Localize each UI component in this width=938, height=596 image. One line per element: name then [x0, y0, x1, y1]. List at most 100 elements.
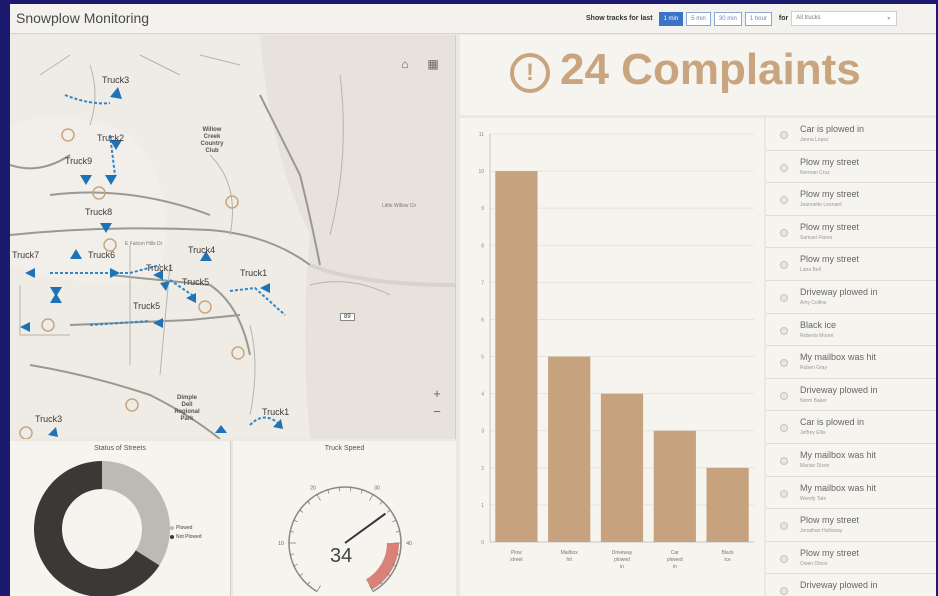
- gauge-tick: [307, 501, 311, 505]
- complaint-list-item[interactable]: Plow my street Owen Olson: [766, 542, 936, 575]
- gauge-tick: [379, 501, 383, 505]
- chart-bar[interactable]: [495, 171, 538, 542]
- complaint-list[interactable]: Car is plowed in Jenna Lopez Plow my stree…: [766, 118, 936, 596]
- gauge-tick: [386, 509, 391, 513]
- home-icon[interactable]: ⌂: [396, 55, 414, 73]
- gauge-tick: [392, 519, 397, 523]
- y-tick-label: 5: [481, 355, 484, 361]
- gauge-tick: [369, 494, 374, 501]
- complaint-reporter: Norman Cruz: [800, 169, 830, 176]
- time-1min-button[interactable]: 1 min: [658, 11, 684, 26]
- zoom-in-button[interactable]: +: [428, 385, 446, 403]
- legend-swatch: [170, 526, 174, 530]
- y-tick-label: 9: [481, 206, 484, 212]
- app-title: Snowplow Monitoring: [16, 10, 150, 26]
- complaint-list-item[interactable]: Car is plowed in Jenna Lopez: [766, 118, 936, 151]
- complaint-title: Car is plowed in: [800, 417, 865, 428]
- x-tick-label: plowed: [667, 557, 683, 563]
- map-basemap: [10, 35, 455, 439]
- complaints-count: 24 Complaints: [560, 45, 861, 94]
- complaint-list-item[interactable]: Plow my street Jonathan Holloway: [766, 509, 936, 542]
- y-tick-label: 8: [481, 243, 484, 249]
- complaint-list-item[interactable]: Plow my street Samuel Flores: [766, 216, 936, 249]
- gauge-tick: [299, 509, 304, 513]
- complaint-title: Plow my street: [800, 156, 860, 167]
- complaint-marker-icon: [780, 228, 788, 237]
- truck-label: Truck5: [133, 301, 161, 311]
- zoom-out-button[interactable]: −: [428, 403, 446, 421]
- complaint-marker-icon: [780, 163, 788, 172]
- complaint-reporter: Amy Collins: [800, 299, 827, 306]
- gauge-tick-label: 40: [406, 541, 412, 547]
- chart-bar[interactable]: [548, 356, 591, 542]
- complaint-reporter: Roberta Moore: [800, 332, 834, 339]
- complaint-marker-icon: [780, 261, 788, 270]
- complaint-reporter: Owen Olson: [800, 560, 828, 567]
- alert-icon: !: [510, 53, 550, 93]
- complaint-reporter: Jonathan Holloway: [800, 528, 843, 535]
- complaint-marker-icon: [780, 489, 788, 498]
- basemap-gallery-icon[interactable]: ▦: [424, 55, 442, 73]
- chart-bar[interactable]: [600, 393, 644, 542]
- complaint-marker-icon: [780, 293, 788, 302]
- complaint-title: Driveway plowed in: [800, 580, 878, 591]
- truck-label: Truck6: [88, 250, 116, 260]
- legend-swatch: [170, 535, 174, 539]
- chevron-down-icon: ▾: [887, 16, 891, 22]
- complaint-list-item[interactable]: Driveway plowed in Norm Baker: [766, 379, 936, 412]
- complaint-list-item[interactable]: Car is plowed in Jeffrey Ellis: [766, 411, 936, 444]
- complaint-title: Plow my street: [800, 189, 860, 200]
- highway-shield: 89: [340, 313, 355, 321]
- x-tick-label: Plow: [511, 550, 522, 556]
- street-label: E Falcon Hills Dr: [125, 241, 163, 247]
- complaint-list-item[interactable]: Black ice Roberta Moore: [766, 314, 936, 347]
- time-30min-button[interactable]: 30 min: [713, 11, 742, 26]
- donut-slice-plowed[interactable]: [102, 461, 170, 566]
- complaint-title: Black ice: [800, 319, 837, 330]
- truck-select[interactable]: All trucks ▾: [791, 11, 898, 26]
- gauge-tick: [307, 581, 311, 585]
- complaint-title: Plow my street: [800, 547, 860, 558]
- complaint-reporter: Jenna Lopez: [800, 137, 829, 143]
- gauge-red-zone: [366, 543, 399, 590]
- time-1hour-button[interactable]: 1 hour: [744, 11, 772, 26]
- speed-gauge: 01020304050: [278, 486, 412, 593]
- complaint-title: Plow my street: [800, 515, 860, 526]
- complaint-title: Driveway plowed in: [800, 286, 878, 297]
- complaints-bar-chart: 0 1 2 3 4 5 6 7 8 9 10 11 Plowstreet Mailboxhit Drivew…: [478, 132, 754, 570]
- place-label-willow-creek: Willow Creek Country Club: [200, 127, 224, 154]
- time-5min-button[interactable]: 5 min: [686, 11, 711, 26]
- complaint-list-item[interactable]: Driveway plowed in: [766, 574, 936, 596]
- place-label-dimple-dell: Dimple Dell Regional Park: [174, 395, 200, 422]
- complaint-marker-icon: [780, 359, 788, 368]
- complaint-list-item[interactable]: Plow my street Lana Bell: [766, 248, 936, 281]
- complaint-list-item[interactable]: My mailbox was hit Ruben Gray: [766, 346, 936, 379]
- x-tick-label: Black: [721, 550, 734, 556]
- complaint-list-item[interactable]: Plow my street Norman Cruz: [766, 151, 936, 184]
- gauge-tick-label: 20: [310, 486, 316, 492]
- complaint-list-item[interactable]: Plow my street Jeannette Leonard: [766, 183, 936, 216]
- complaint-marker-icon: [780, 587, 788, 596]
- complaint-list-item[interactable]: My mailbox was hit Marian Dixon: [766, 444, 936, 477]
- complaint-list-item[interactable]: Driveway plowed in Amy Collins: [766, 281, 936, 314]
- chart-bar[interactable]: [706, 467, 749, 542]
- chart-bar[interactable]: [653, 430, 696, 542]
- x-tick-label: plowed: [614, 557, 630, 563]
- complaint-list-item[interactable]: My mailbox was hit Wendy Tate: [766, 477, 936, 510]
- complaint-marker-icon: [780, 424, 788, 433]
- complaint-reporter: Samuel Flores: [800, 234, 833, 241]
- truck-label: Truck2: [97, 133, 125, 143]
- complaint-reporter: Marian Dixon: [800, 462, 830, 469]
- complaint-reporter: Lana Bell: [800, 267, 821, 274]
- complaint-title: Car is plowed in: [800, 124, 865, 134]
- complaint-marker-icon: [780, 522, 788, 531]
- street-status-panel: Status of Streets Plowed Not Plowed: [10, 441, 231, 596]
- x-tick-label: Driveway: [612, 550, 633, 556]
- x-tick-label: Mailbox: [561, 550, 579, 556]
- truck-label: Truck9: [65, 156, 93, 166]
- x-tick-label: street: [510, 557, 523, 563]
- map-view[interactable]: Truck3 Truck2 Truck9 Truck8 Truck4 Truck…: [10, 35, 456, 439]
- gauge-tick: [293, 519, 298, 523]
- tracks-label: Show tracks for last: [586, 15, 653, 22]
- complaint-marker-icon: [780, 326, 788, 335]
